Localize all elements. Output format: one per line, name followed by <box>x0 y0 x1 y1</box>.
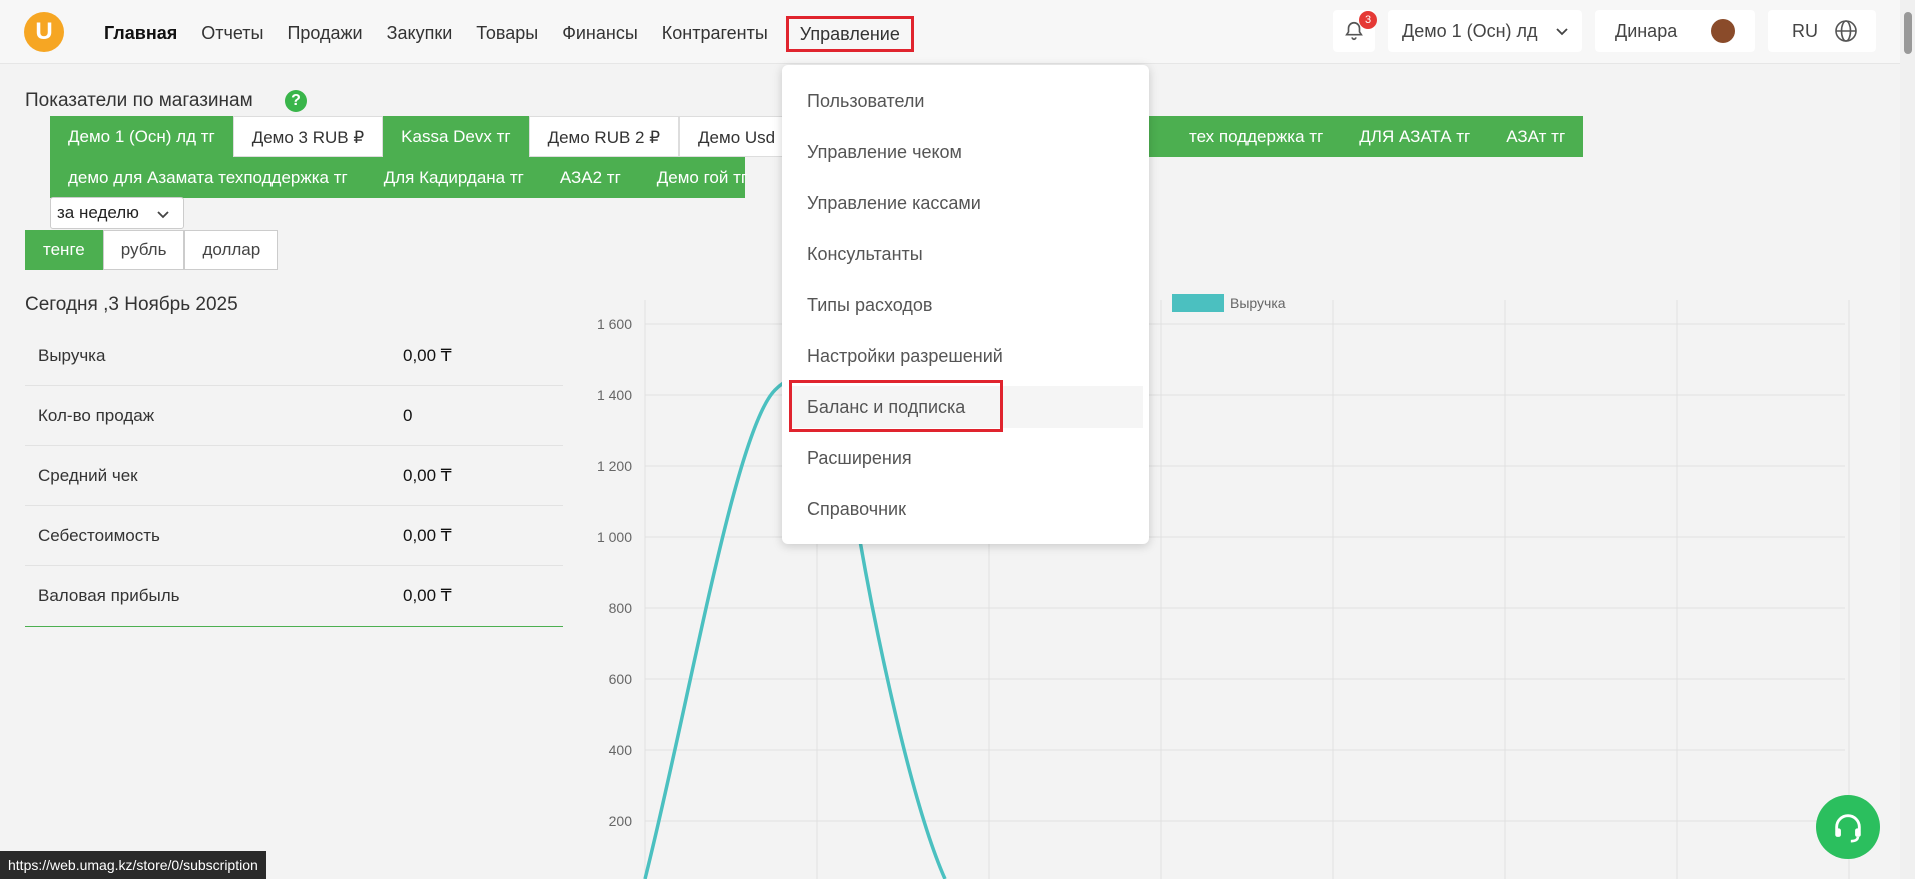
scrollbar-thumb[interactable] <box>1904 12 1912 54</box>
metric-row: Валовая прибыль 0,00 ₸ <box>25 566 563 626</box>
metric-value: 0,00 ₸ <box>403 465 452 485</box>
metric-value: 0,00 ₸ <box>403 586 452 605</box>
y-tick-label: 1 400 <box>597 387 632 403</box>
currency-tenge[interactable]: тенге <box>25 230 103 270</box>
menu-item-expense-types[interactable]: Типы расходов <box>782 284 1149 326</box>
logo-icon[interactable]: U <box>24 12 64 52</box>
currency-ruble[interactable]: рубль <box>102 230 185 270</box>
menu-item-balance-subscription[interactable]: Баланс и подписка <box>789 380 1143 432</box>
metric-label: Валовая прибыль <box>38 586 180 605</box>
nav-purchases[interactable]: Закупки <box>375 16 465 52</box>
menu-item-consultants[interactable]: Консультанты <box>782 233 1149 275</box>
avatar <box>1711 19 1735 43</box>
period-select[interactable]: за неделю <box>50 197 184 229</box>
menu-item-cash-registers[interactable]: Управление кассами <box>782 182 1149 224</box>
menu-item-receipt[interactable]: Управление чеком <box>782 131 1149 173</box>
nav-finance[interactable]: Финансы <box>550 16 650 52</box>
store-tab[interactable]: тех поддержка тг <box>1149 116 1342 157</box>
metric-label: Себестоимость <box>38 525 160 545</box>
menu-item-permissions[interactable]: Настройки разрешений <box>782 335 1149 377</box>
y-tick-label: 1 600 <box>597 316 632 332</box>
store-tab[interactable]: ДЛЯ АЗАТА тг <box>1341 116 1489 157</box>
stores-tabs-row-2: демо для Азамата техподдержка тг Для Кад… <box>50 157 747 198</box>
headset-icon <box>1835 814 1861 843</box>
menu-item-extensions[interactable]: Расширения <box>782 437 1149 479</box>
store-select-value: Демо 1 (Осн) лд <box>1402 20 1538 41</box>
store-tab[interactable]: Демо гой тг <box>638 157 747 198</box>
store-tab[interactable]: Демо 1 (Осн) лд тг <box>50 116 233 157</box>
metric-label: Средний чек <box>38 465 138 485</box>
legend-swatch <box>1172 294 1224 312</box>
currency-dollar[interactable]: доллар <box>184 230 279 270</box>
metric-value: 0 <box>403 405 413 425</box>
user-name: Динара <box>1615 20 1678 41</box>
y-tick-label: 1 000 <box>597 529 632 545</box>
store-tab[interactable]: Для Кадирдана тг <box>365 157 542 198</box>
menu-item-reference[interactable]: Справочник <box>782 488 1149 530</box>
metric-value: 0,00 ₸ <box>403 525 452 545</box>
support-chat-button[interactable] <box>1816 795 1880 859</box>
currency-toggle: тенге рубль доллар <box>25 230 279 270</box>
metric-row: Выручка 0,00 ₸ <box>25 326 563 386</box>
metric-value: 0,00 ₸ <box>403 345 452 365</box>
user-menu[interactable]: Динара <box>1595 10 1755 52</box>
notification-badge: 3 <box>1359 11 1377 29</box>
top-navbar: U Главная Отчеты Продажи Закупки Товары … <box>0 0 1915 64</box>
metric-row: Себестоимость 0,00 ₸ <box>25 506 563 566</box>
nav-management[interactable]: Управление <box>785 16 914 52</box>
store-tab[interactable]: Демо RUB 2 ₽ <box>528 116 680 157</box>
store-tab[interactable]: Демо 3 RUB ₽ <box>232 116 384 157</box>
y-tick-label: 800 <box>609 600 633 616</box>
globe-icon <box>1835 20 1857 42</box>
metric-label: Выручка <box>38 345 106 365</box>
metric-row: Средний чек 0,00 ₸ <box>25 446 563 506</box>
nav-home[interactable]: Главная <box>92 16 189 52</box>
store-tab[interactable]: АЗА2 тг <box>541 157 639 198</box>
store-tab[interactable]: АЗАт тг <box>1488 116 1584 157</box>
legend-label: Выручка <box>1230 295 1286 311</box>
store-tab[interactable]: Kassa Devx тг <box>383 116 529 157</box>
language-label: RU <box>1792 20 1818 41</box>
y-tick-label: 400 <box>609 742 633 758</box>
chevron-down-icon <box>1556 28 1568 36</box>
nav-reports[interactable]: Отчеты <box>189 16 275 52</box>
page-scrollbar[interactable] <box>1900 0 1915 879</box>
language-switcher[interactable]: RU <box>1768 10 1876 52</box>
status-bar-url: https://web.umag.kz/store/0/subscription <box>0 851 266 879</box>
management-dropdown: Пользователи Управление чеком Управление… <box>782 65 1149 544</box>
metric-row: Кол-во продаж 0 <box>25 386 563 446</box>
y-tick-label: 600 <box>609 671 633 687</box>
stores-tabs-row-1-right: тех поддержка тг ДЛЯ АЗАТА тг АЗАт тг <box>1149 116 1584 157</box>
nav-contractors[interactable]: Контрагенты <box>650 16 780 52</box>
chart-y-ticks: 1 600 1 400 1 200 1 000 800 600 400 200 <box>597 316 632 829</box>
y-tick-label: 200 <box>609 813 633 829</box>
y-tick-label: 1 200 <box>597 458 632 474</box>
store-select[interactable]: Демо 1 (Осн) лд <box>1388 10 1582 52</box>
metric-label: Кол-во продаж <box>38 405 155 425</box>
chevron-down-icon <box>157 211 169 219</box>
period-select-value: за неделю <box>57 203 139 222</box>
menu-item-users[interactable]: Пользователи <box>782 80 1149 122</box>
store-tab[interactable]: Демо Usd <box>679 116 794 157</box>
today-title: Сегодня ,3 Ноябрь 2025 <box>25 294 238 315</box>
highlight-box <box>789 380 1003 432</box>
help-icon[interactable]: ? <box>285 90 307 112</box>
stores-tabs-row-1: Демо 1 (Осн) лд тг Демо 3 RUB ₽ Kassa De… <box>50 116 794 157</box>
metrics-table: Выручка 0,00 ₸ Кол-во продаж 0 Средний чек… <box>25 326 563 627</box>
revenue-chart: 1 600 1 400 1 200 1 000 800 600 400 200 Выручка <box>597 294 1850 879</box>
nav-goods[interactable]: Товары <box>464 16 550 52</box>
nav-sales[interactable]: Продажи <box>275 16 374 52</box>
stores-section-title: Показатели по магазинам <box>25 90 253 111</box>
store-tab[interactable]: демо для Азамата техподдержка тг <box>50 157 366 198</box>
main-nav: Главная Отчеты Продажи Закупки Товары Фи… <box>92 16 914 52</box>
